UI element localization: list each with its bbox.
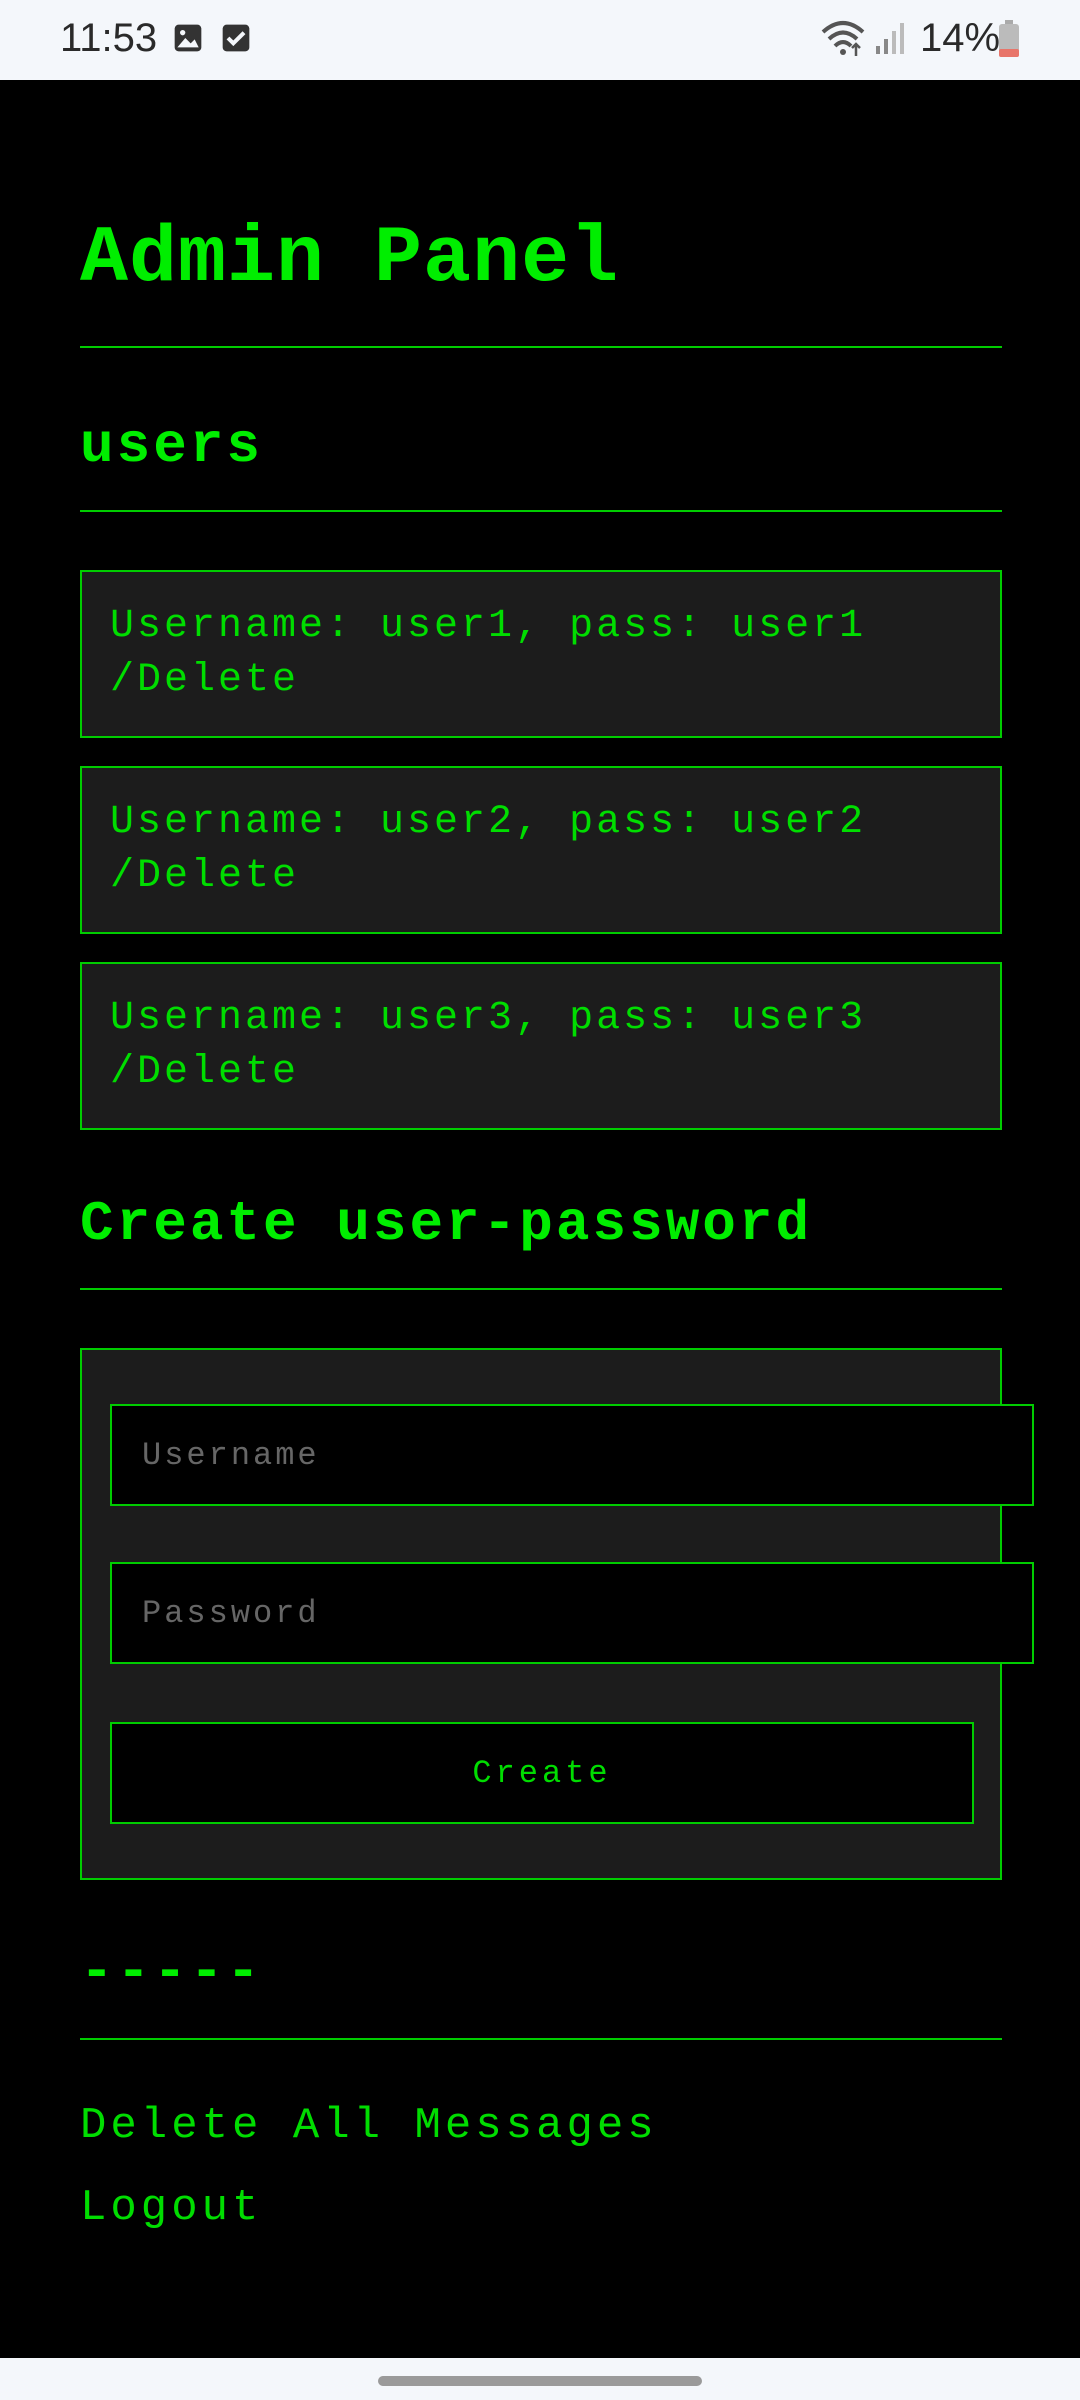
wifi-icon xyxy=(821,21,865,56)
gallery-icon xyxy=(174,24,202,52)
divider xyxy=(80,510,1002,512)
create-user-heading: Create user-password xyxy=(80,1192,813,1256)
battery-percent: 14% xyxy=(920,16,1001,60)
divider xyxy=(80,2038,1002,2040)
status-time: 11:53 xyxy=(60,16,158,60)
user-credentials: Username: user2, pass: user2 xyxy=(110,800,867,845)
user-entry[interactable]: Username: user1, pass: user1 /Delete xyxy=(80,570,1002,738)
battery-icon xyxy=(999,20,1019,57)
signal-icon xyxy=(876,23,904,54)
users-heading: users xyxy=(80,414,264,478)
navigation-bar xyxy=(0,2358,1080,2400)
delete-user-link[interactable]: /Delete xyxy=(110,1046,972,1100)
delete-all-messages-link[interactable]: Delete All Messages xyxy=(80,2104,658,2148)
user-credentials: Username: user3, pass: user3 xyxy=(110,996,867,1041)
logout-link[interactable]: Logout xyxy=(80,2186,262,2230)
divider xyxy=(80,346,1002,348)
create-button[interactable]: Create xyxy=(110,1722,974,1824)
password-input[interactable]: Password xyxy=(110,1562,1034,1664)
home-gesture-handle[interactable] xyxy=(378,2376,702,2386)
status-bar: 11:53 14% xyxy=(0,0,1080,80)
user-entry[interactable]: Username: user2, pass: user2 /Delete xyxy=(80,766,1002,934)
divider xyxy=(80,1288,1002,1290)
delete-user-link[interactable]: /Delete xyxy=(110,654,972,708)
user-entry[interactable]: Username: user3, pass: user3 /Delete xyxy=(80,962,1002,1130)
delete-user-link[interactable]: /Delete xyxy=(110,850,972,904)
page-title: Admin Panel xyxy=(80,214,620,305)
checkbox-icon xyxy=(222,24,250,52)
username-input[interactable]: Username xyxy=(110,1404,1034,1506)
separator-heading: ----- xyxy=(80,1940,264,2004)
user-credentials: Username: user1, pass: user1 xyxy=(110,604,867,649)
create-user-form: Username Password Create xyxy=(80,1348,1034,1880)
